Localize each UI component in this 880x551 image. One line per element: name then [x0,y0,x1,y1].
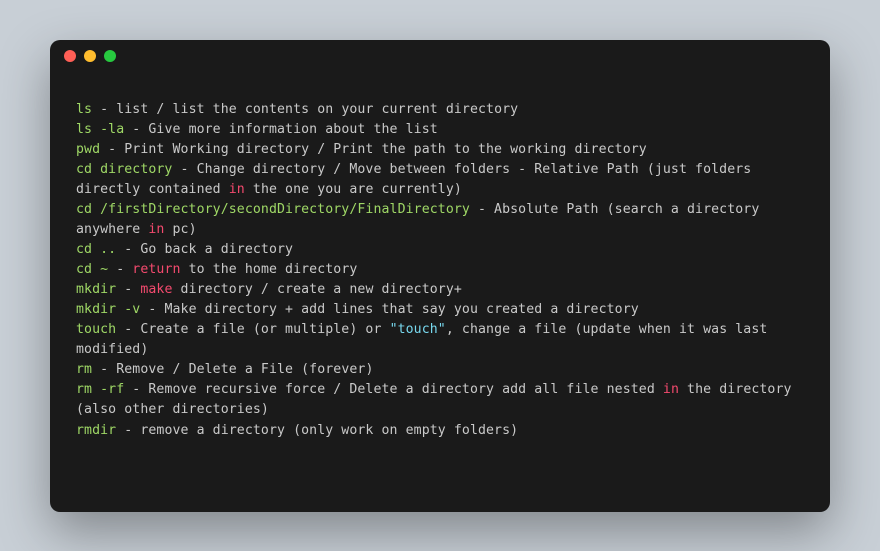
terminal-line: cd .. - Go back a directory [76,240,804,260]
plain-text: - list / list the contents on your curre… [92,102,518,117]
command-text: cd directory [76,162,172,177]
command-text: pwd [76,142,100,157]
terminal-line: rm - Remove / Delete a File (forever) [76,360,804,380]
plain-text: - remove a directory (only work on empty… [116,423,518,438]
plain-text: - Remove / Delete a File (forever) [92,362,373,377]
terminal-line: mkdir - make directory / create a new di… [76,280,804,300]
close-icon[interactable] [64,50,76,62]
plain-text: - Create a file (or multiple) or [116,322,389,337]
maximize-icon[interactable] [104,50,116,62]
keyword-text: make [140,282,172,297]
plain-text: - Go back a directory [116,242,293,257]
plain-text: - Give more information about the list [124,122,438,137]
terminal-line: rm -rf - Remove recursive force / Delete… [76,380,804,420]
terminal-line: cd /firstDirectory/secondDirectory/Final… [76,200,804,240]
command-text: ls [76,102,92,117]
minimize-icon[interactable] [84,50,96,62]
terminal-line: ls - list / list the contents on your cu… [76,100,804,120]
command-text: mkdir [76,282,116,297]
terminal-content: ls - list / list the contents on your cu… [50,72,830,461]
plain-text: - [108,262,132,277]
plain-text: - Remove recursive force / Delete a dire… [124,382,663,397]
keyword-text: return [132,262,180,277]
plain-text: - [116,282,140,297]
command-text: cd .. [76,242,116,257]
plain-text: - Make directory + add lines that say yo… [140,302,638,317]
command-text: touch [76,322,116,337]
plain-text: to the home directory [181,262,358,277]
keyword-text: in [229,182,245,197]
command-text: ls -la [76,122,124,137]
command-text: cd ~ [76,262,108,277]
command-text: cd /firstDirectory/secondDirectory/Final… [76,202,470,217]
terminal-line: mkdir -v - Make directory + add lines th… [76,300,804,320]
string-text: "touch" [390,322,446,337]
terminal-line: pwd - Print Working directory / Print th… [76,140,804,160]
terminal-line: ls -la - Give more information about the… [76,120,804,140]
command-text: rmdir [76,423,116,438]
keyword-text: in [663,382,679,397]
window-titlebar [50,40,830,72]
terminal-line: rmdir - remove a directory (only work on… [76,421,804,441]
terminal-line: touch - Create a file (or multiple) or "… [76,320,804,360]
keyword-text: in [148,222,164,237]
terminal-line: cd directory - Change directory / Move b… [76,160,804,200]
plain-text: the one you are currently) [245,182,462,197]
command-text: mkdir -v [76,302,140,317]
plain-text: pc) [164,222,196,237]
terminal-window: ls - list / list the contents on your cu… [50,40,830,512]
terminal-line: cd ~ - return to the home directory [76,260,804,280]
command-text: rm [76,362,92,377]
plain-text: - Print Working directory / Print the pa… [100,142,647,157]
command-text: rm -rf [76,382,124,397]
plain-text: directory / create a new directory+ [173,282,462,297]
